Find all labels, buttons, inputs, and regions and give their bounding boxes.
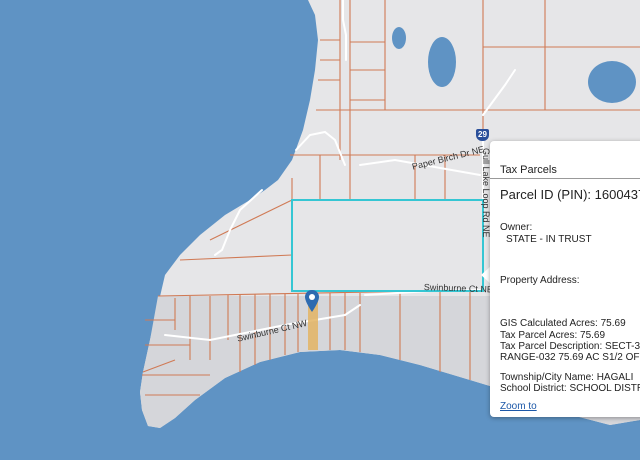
tax-acres: Tax Parcel Acres: 75.69: [500, 330, 606, 341]
address-label: Property Address:: [500, 275, 580, 286]
owner-value: STATE - IN TRUST: [506, 234, 592, 245]
zoom-to-link[interactable]: Zoom to: [500, 401, 537, 412]
lake-3: [588, 61, 636, 103]
parcel-id: Parcel ID (PIN): 16004370: [500, 187, 640, 202]
township: Township/City Name: HAGALI: [500, 372, 634, 383]
school-district: School District: SCHOOL DISTRIC: [500, 383, 640, 394]
description-line-1: Tax Parcel Description: SECT-35 T: [500, 341, 640, 352]
lake-1: [428, 37, 456, 87]
parcel-popup: Tax Parcels Parcel ID (PIN): 16004370 Ow…: [490, 141, 640, 417]
location-pin-icon[interactable]: [305, 290, 319, 312]
popup-divider: [490, 178, 640, 179]
highway-shield-icon: 29: [476, 129, 489, 141]
lake-2: [392, 27, 406, 49]
description-line-2: RANGE-032 75.69 AC S1/2 OF SE: [500, 352, 640, 363]
popup-title: Tax Parcels: [500, 164, 557, 176]
gis-acres: GIS Calculated Acres: 75.69: [500, 318, 626, 329]
owner-label: Owner:: [500, 222, 533, 233]
